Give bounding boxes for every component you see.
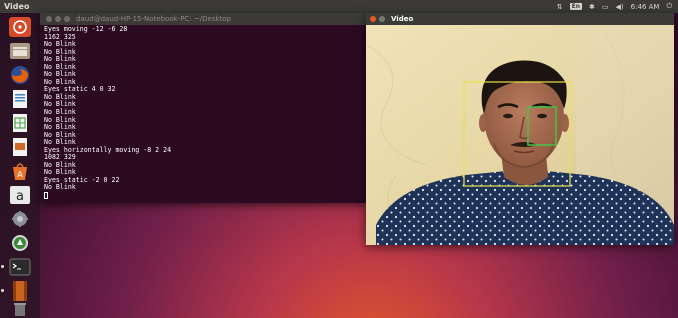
active-app-title: Video	[4, 2, 30, 11]
input-method-icon[interactable]: ⇅	[557, 3, 563, 11]
terminal-line: No Blink	[44, 62, 76, 71]
terminal-line: No Blink	[44, 100, 76, 109]
minimize-button[interactable]	[379, 16, 385, 22]
terminal-line: No Blink	[44, 92, 76, 101]
svg-text:a: a	[16, 189, 24, 204]
calc-icon[interactable]	[6, 112, 33, 133]
terminal-line: No Blink	[44, 183, 76, 192]
minimize-button[interactable]	[55, 16, 61, 22]
terminal-line: 1162 325	[44, 32, 76, 41]
impress-icon[interactable]	[6, 136, 33, 157]
system-settings-icon[interactable]	[6, 208, 33, 229]
running-indicator	[1, 289, 4, 292]
volume-icon[interactable]: ◀)	[616, 3, 624, 11]
terminal-window[interactable]: daud@daud-HP-15-Notebook-PC: ~/Desktop E…	[40, 13, 366, 203]
video-player-icon[interactable]	[6, 280, 33, 301]
close-button[interactable]	[370, 16, 376, 22]
video-title: Video	[391, 15, 414, 23]
video-titlebar[interactable]: Video	[366, 13, 674, 25]
launcher: A a	[0, 13, 40, 318]
terminal-output[interactable]: Eyes moving -12 -6 28 1162 325 No Blink No …	[40, 25, 366, 200]
terminal-titlebar[interactable]: daud@daud-HP-15-Notebook-PC: ~/Desktop	[40, 13, 366, 25]
terminal-line: No Blink	[44, 55, 76, 64]
terminal-line: No Blink	[44, 130, 76, 139]
terminal-line: No Blink	[44, 160, 76, 169]
amazon-icon[interactable]: a	[6, 184, 33, 205]
clock[interactable]: 6:46 AM	[631, 3, 660, 11]
terminal-line: Eyes horizontally moving -8 2 24	[44, 145, 172, 154]
ubuntu-dash-icon[interactable]	[6, 16, 33, 37]
software-updater-icon[interactable]	[6, 232, 33, 253]
terminal-line: Eyes static -2 0 22	[44, 175, 120, 184]
terminal-title: daud@daud-HP-15-Notebook-PC: ~/Desktop	[76, 15, 231, 23]
terminal-cursor	[44, 192, 48, 200]
system-tray: ⇅ En ✱ ▭ ◀) 6:46 AM ⏻	[557, 2, 678, 11]
terminal-line: No Blink	[44, 47, 76, 56]
webcam-frame	[366, 25, 674, 245]
files-icon[interactable]	[6, 40, 33, 61]
terminal-line: 1082 329	[44, 153, 76, 162]
maximize-button[interactable]	[64, 16, 70, 22]
terminal-line: Eyes moving -12 -6 28	[44, 25, 128, 33]
svg-text:A: A	[17, 170, 23, 179]
video-window[interactable]: Video	[366, 13, 674, 245]
top-panel: Video ⇅ En ✱ ▭ ◀) 6:46 AM ⏻	[0, 0, 678, 13]
terminal-line: No Blink	[44, 70, 76, 79]
close-button[interactable]	[46, 16, 52, 22]
bluetooth-icon[interactable]: ✱	[589, 3, 595, 11]
terminal-cursor-line	[44, 192, 366, 200]
terminal-line: Eyes static 4 0 32	[44, 85, 116, 94]
running-indicator	[1, 265, 4, 268]
terminal-line: No Blink	[44, 40, 76, 49]
terminal-icon[interactable]	[6, 256, 33, 277]
firefox-icon[interactable]	[6, 64, 33, 85]
keyboard-indicator[interactable]: En	[569, 3, 583, 10]
trash-icon[interactable]	[6, 302, 33, 316]
terminal-line: No Blink	[44, 123, 76, 132]
terminal-line: No Blink	[44, 115, 76, 124]
software-center-icon[interactable]: A	[6, 160, 33, 181]
writer-icon[interactable]	[6, 88, 33, 109]
terminal-line: No Blink	[44, 108, 76, 117]
battery-icon[interactable]: ▭	[602, 3, 609, 11]
power-icon[interactable]: ⏻	[666, 2, 672, 11]
